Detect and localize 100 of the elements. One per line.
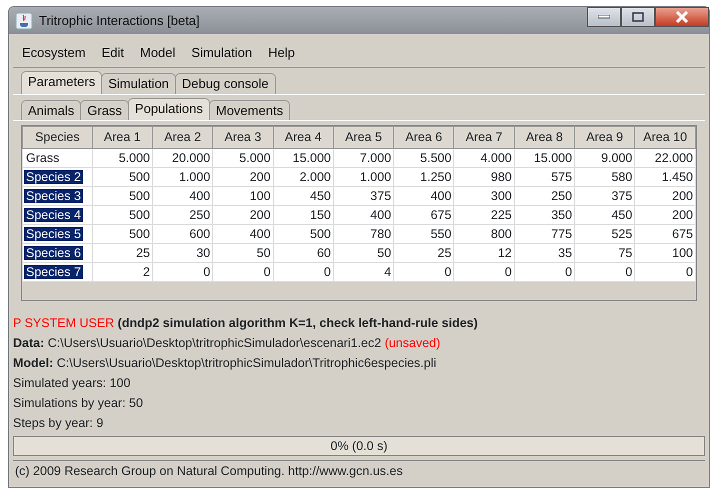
table-cell: 1.450 [634,168,696,187]
table-cell: 980 [454,168,514,187]
table-cell: 1.000 [333,168,394,187]
table-cell: 525 [574,224,635,244]
table-cell: 500 [92,186,152,206]
menu-item[interactable]: Ecosystem [15,42,93,62]
table-cell: 15.000 [273,148,334,168]
info-line: Data: C:\Users\Usuario\Desktop\tritrophicSimulador\escenari1.ec2 (unsaved) [13,335,442,352]
table-cell: 500 [92,168,152,187]
table-cell: 775 [514,224,575,244]
table-cell: 0 [152,262,213,282]
table-cell: 0 [212,262,274,282]
species-cell[interactable]: Species 5 [24,226,83,242]
status-text: (c) 2009 Research Group on Natural Computing. http://www.gcn.us.es [15,464,403,478]
table-cell: 2.000 [273,168,334,187]
table-cell: 450 [574,206,635,225]
table-cell: 9.000 [574,148,635,168]
species-cell[interactable]: Species 7 [24,264,83,280]
maximize-icon [632,12,644,22]
column-header[interactable]: Area 8 [514,126,575,149]
table-cell: 0 [634,262,696,282]
column-header[interactable]: Area 5 [333,126,394,149]
table-cell: 15.000 [514,148,575,168]
table-cell: 375 [574,186,635,206]
column-header[interactable]: Area 10 [634,126,696,149]
table-cell: 200 [212,206,274,225]
close-icon [675,11,689,23]
table-cell: 300 [454,186,514,206]
menu-item[interactable]: Simulation [184,42,260,62]
table-cell: 12 [454,244,514,263]
table-cell: 100 [212,186,274,206]
table-cell: 50 [333,244,394,263]
tab[interactable]: Populations [128,98,210,120]
species-cell[interactable]: Species 4 [24,208,83,222]
minimize-button[interactable] [587,7,621,27]
table-cell: 225 [454,206,514,225]
column-header[interactable]: Species [22,126,92,149]
table-cell: 0 [394,262,454,282]
table-cell: 4 [333,262,394,282]
table-cell: 675 [634,224,696,244]
column-header[interactable]: Area 3 [212,126,274,149]
table-cell: 800 [454,224,514,244]
info-line: P SYSTEM USER (dndp2 simulation algorithm K=1, check left-hand-rule sides) [13,315,479,332]
progress-reading: 0% (0.0 s) [330,438,388,454]
column-header[interactable]: Area 9 [574,126,635,149]
table-cell: 780 [333,224,394,244]
column-header[interactable]: Area 2 [152,126,213,149]
table-cell: 22.000 [634,148,696,168]
menu-item[interactable]: Model [132,42,182,62]
table-cell: 100 [634,244,696,263]
table-cell: 200 [634,206,696,225]
minimize-icon [598,15,610,19]
table-cell: 30 [152,244,213,263]
table-cell: 5.000 [92,148,152,168]
species-cell[interactable]: Species 3 [24,188,83,204]
species-cell[interactable]: Species 2 [24,170,83,184]
table-cell: 0 [273,262,334,282]
table-cell: 50 [212,244,274,263]
info-line: Simulations by year: 50 [13,395,144,412]
table-cell: 1.250 [394,168,454,187]
table-cell: 500 [92,224,152,244]
table-cell: 0 [454,262,514,282]
table-cell: 35 [514,244,575,263]
table-cell: 150 [273,206,334,225]
table-cell: 25 [92,244,152,263]
species-cell[interactable]: Species 6 [24,246,83,260]
info-line: Model: C:\Users\Usuario\Desktop\tritrophicSimulador\Tritrophic6especies.pli [13,355,438,372]
menu-item[interactable]: Help [261,42,302,62]
table-cell: 250 [514,186,575,206]
tab[interactable]: Animals [21,100,82,120]
table-cell: 0 [574,262,635,282]
table-cell: 250 [152,206,213,225]
column-header[interactable]: Area 6 [394,126,454,149]
table-cell: 400 [333,206,394,225]
menu-item[interactable]: Edit [94,42,131,62]
tab[interactable]: Parameters [21,71,102,94]
maximize-button[interactable] [621,7,655,27]
tab[interactable]: Movements [208,100,290,120]
table-cell: 450 [273,186,334,206]
table-cell: 400 [152,186,213,206]
table-cell: 7.000 [333,148,394,168]
table-cell: 575 [514,168,575,187]
table-cell: 60 [273,244,334,263]
info-line: Simulated years: 100 [13,375,132,392]
window-title: Tritrophic Interactions [beta] [39,12,200,28]
table-cell: 4.000 [454,148,514,168]
table-cell: 500 [273,224,334,244]
table-cell: 550 [394,224,454,244]
table-cell: 600 [152,224,213,244]
column-header[interactable]: Area 7 [454,126,514,149]
table-cell: 75 [574,244,635,263]
table-cell: 400 [394,186,454,206]
column-header[interactable]: Area 1 [92,126,152,149]
column-header[interactable]: Area 4 [273,126,334,149]
close-button[interactable] [655,7,709,27]
table-cell: 400 [212,224,274,244]
table-cell: 25 [394,244,454,263]
table-cell: 5.000 [212,148,274,168]
tab[interactable]: Debug console [174,73,276,94]
table-cell: 375 [333,186,394,206]
